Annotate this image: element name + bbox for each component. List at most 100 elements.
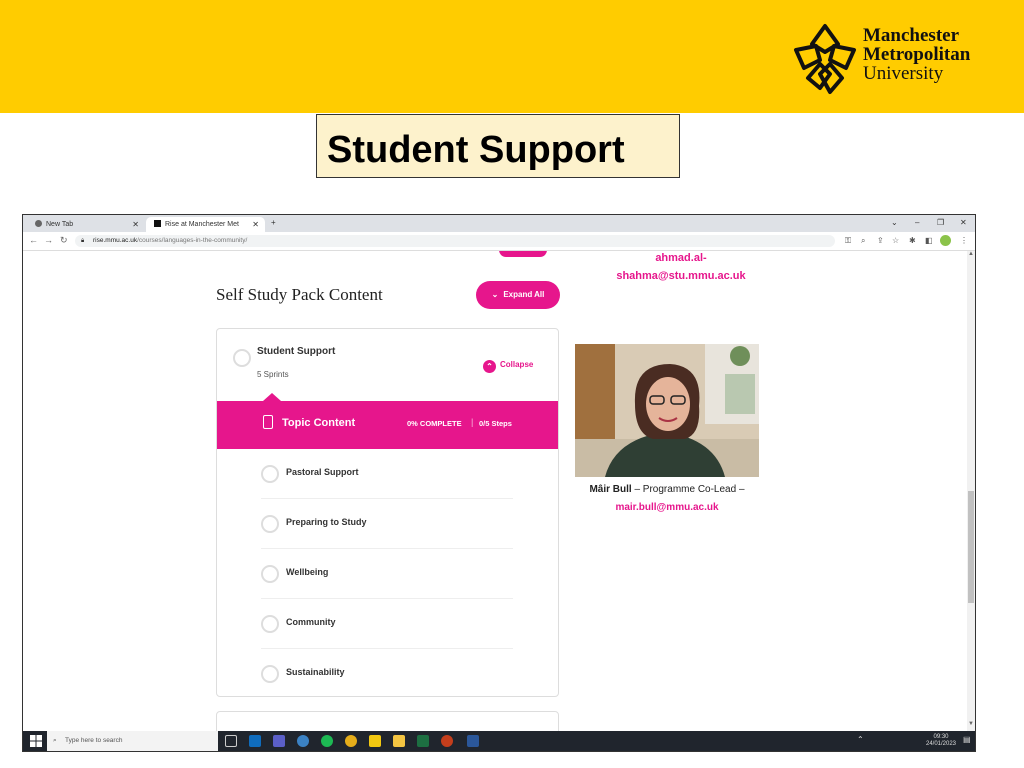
teams-icon[interactable] bbox=[273, 735, 285, 747]
mmu-flower-icon bbox=[794, 24, 856, 94]
task-view-icon[interactable] bbox=[225, 735, 237, 747]
section-card: Student Support 5 Sprints ⌃ Collapse Topi… bbox=[216, 328, 559, 697]
collapse-label: Collapse bbox=[500, 360, 534, 369]
lesson-label: Wellbeing bbox=[286, 567, 329, 577]
university-logo: Manchester Metropolitan University bbox=[790, 22, 990, 98]
tab-new-tab[interactable]: New Tab ✕ bbox=[27, 217, 145, 232]
teams-classic-icon[interactable] bbox=[297, 735, 309, 747]
section-subtitle: 5 Sprints bbox=[257, 370, 289, 379]
lesson-item[interactable]: Wellbeing bbox=[261, 549, 513, 599]
expand-all-button[interactable]: ⌄ Expand All bbox=[476, 281, 560, 309]
maximize-icon[interactable]: ❐ bbox=[937, 215, 944, 231]
slide-title: Student Support bbox=[327, 129, 625, 171]
url-field[interactable]: 🔒︎ rise.mmu.ac.uk/courses/languages-in-t… bbox=[75, 235, 835, 247]
key-icon[interactable]: ⚿ bbox=[845, 235, 851, 247]
taskbar-search-input[interactable]: ⌕ Type here to search bbox=[47, 731, 218, 751]
share-icon[interactable]: ⇪ bbox=[877, 235, 884, 247]
scrollbar-thumb[interactable] bbox=[968, 491, 974, 603]
file-explorer-icon[interactable] bbox=[393, 735, 405, 747]
window-close-icon[interactable]: ✕ bbox=[960, 215, 967, 231]
logo-line-1: Manchester bbox=[863, 25, 960, 46]
menu-icon[interactable]: ⋮ bbox=[960, 235, 968, 247]
new-tab-button[interactable]: + bbox=[271, 215, 276, 231]
lesson-item[interactable]: Community bbox=[261, 599, 513, 649]
address-bar-row: ← → ↻ 🔒︎ rise.mmu.ac.uk/courses/language… bbox=[23, 232, 975, 251]
back-icon[interactable]: ← bbox=[29, 234, 38, 247]
lesson-item[interactable]: Preparing to Study bbox=[261, 499, 513, 549]
powerbi-icon[interactable] bbox=[369, 735, 381, 747]
section-progress-circle bbox=[233, 349, 251, 367]
reload-icon[interactable]: ↻ bbox=[60, 234, 68, 247]
sidepanel-icon[interactable]: ◧ bbox=[925, 235, 933, 247]
next-section-card bbox=[216, 711, 559, 731]
taskbar-date: 24/01/2023 bbox=[925, 741, 957, 747]
tab-rise[interactable]: Rise at Manchester Met ✕ bbox=[146, 217, 265, 232]
lesson-label: Pastoral Support bbox=[286, 467, 359, 477]
chrome-taskbar-icon[interactable] bbox=[345, 735, 357, 747]
taskbar-clock[interactable]: 09:30 24/01/2023 bbox=[923, 734, 959, 748]
windows-taskbar: ⌕ Type here to search ⌃ 09:30 24/01/2023… bbox=[23, 731, 975, 751]
topic-content-bar[interactable]: Topic Content 0% COMPLETE | 0/5 Steps bbox=[217, 401, 558, 449]
url-path: /courses/languages-in-the-community/ bbox=[137, 237, 248, 244]
browser-tab-bar: New Tab ✕ Rise at Manchester Met ✕ + ⌄ –… bbox=[23, 215, 975, 232]
collapse-button[interactable]: ⌃ Collapse bbox=[483, 358, 533, 373]
spotify-icon[interactable] bbox=[321, 735, 333, 747]
excel-icon[interactable] bbox=[417, 735, 429, 747]
scroll-up-icon[interactable]: ▲ bbox=[968, 251, 974, 257]
topic-separator: | bbox=[471, 417, 474, 427]
document-icon bbox=[263, 415, 273, 429]
lock-icon: 🔒︎ bbox=[81, 238, 85, 244]
topic-notch bbox=[263, 393, 281, 401]
lesson-status-circle bbox=[261, 615, 279, 633]
bookmark-star-icon[interactable]: ☆ bbox=[892, 235, 899, 247]
tray-icons[interactable] bbox=[871, 737, 915, 745]
word-icon[interactable] bbox=[467, 735, 479, 747]
student-email-link[interactable]: ahmad.al- shahma@stu.mmu.ac.uk bbox=[591, 251, 771, 285]
profile-caption: Mâir Bull – Programme Co-Lead – bbox=[575, 484, 759, 495]
tray-chevron-icon[interactable]: ⌃ bbox=[857, 736, 864, 744]
lesson-label: Community bbox=[286, 617, 336, 627]
chevron-up-icon: ⌃ bbox=[483, 360, 496, 373]
close-icon[interactable]: ✕ bbox=[132, 217, 139, 232]
student-email-line-1: ahmad.al- bbox=[655, 252, 707, 264]
powerpoint-icon[interactable] bbox=[441, 735, 453, 747]
page-scrollbar[interactable]: ▲ ▼ bbox=[967, 251, 975, 731]
profile-photo-image bbox=[575, 344, 759, 477]
pack-heading: Self Study Pack Content bbox=[216, 285, 383, 304]
chevron-down-icon: ⌄ bbox=[491, 290, 499, 299]
minimize-icon[interactable]: – bbox=[915, 215, 919, 231]
profile-email-link[interactable]: mair.bull@mmu.ac.uk bbox=[575, 502, 759, 513]
topic-steps: 0/5 Steps bbox=[479, 419, 512, 428]
lesson-item[interactable]: Sustainability bbox=[261, 649, 513, 698]
lesson-label: Sustainability bbox=[286, 667, 345, 677]
lesson-status-circle bbox=[261, 465, 279, 483]
student-email-line-2: shahma@stu.mmu.ac.uk bbox=[616, 270, 746, 282]
profile-photo bbox=[575, 344, 759, 477]
lesson-status-circle bbox=[261, 565, 279, 583]
notification-icon[interactable]: ▤ bbox=[963, 736, 971, 744]
rise-icon bbox=[154, 220, 161, 227]
topic-label: Topic Content bbox=[282, 417, 356, 429]
extensions-icon[interactable]: ✱ bbox=[909, 235, 916, 247]
topic-complete: 0% COMPLETE bbox=[407, 419, 462, 428]
zoom-icon[interactable]: ⌕ bbox=[861, 235, 865, 247]
page-content: ahmad.al- shahma@stu.mmu.ac.uk Self Stud… bbox=[23, 251, 975, 731]
profile-avatar[interactable] bbox=[940, 235, 951, 246]
tab-label: New Tab bbox=[46, 221, 74, 228]
logo-line-3: University bbox=[863, 63, 944, 84]
section-title: Student Support bbox=[257, 346, 336, 357]
partial-pink-button[interactable] bbox=[499, 251, 547, 257]
windows-start-icon[interactable] bbox=[30, 735, 42, 747]
scroll-down-icon[interactable]: ▼ bbox=[968, 721, 974, 727]
tab-search-icon[interactable]: ⌄ bbox=[891, 215, 898, 231]
taskbar-search-placeholder: Type here to search bbox=[65, 737, 123, 744]
url-host: rise.mmu.ac.uk bbox=[93, 237, 138, 244]
outlook-icon[interactable] bbox=[249, 735, 261, 747]
search-icon: ⌕ bbox=[53, 737, 57, 744]
close-icon[interactable]: ✕ bbox=[252, 217, 259, 232]
forward-icon[interactable]: → bbox=[44, 234, 53, 247]
slide-banner: Manchester Metropolitan University bbox=[0, 0, 1024, 113]
profile-name: Mâir Bull bbox=[589, 484, 632, 495]
expand-all-label: Expand All bbox=[503, 290, 545, 299]
lesson-item[interactable]: Pastoral Support bbox=[261, 449, 513, 499]
